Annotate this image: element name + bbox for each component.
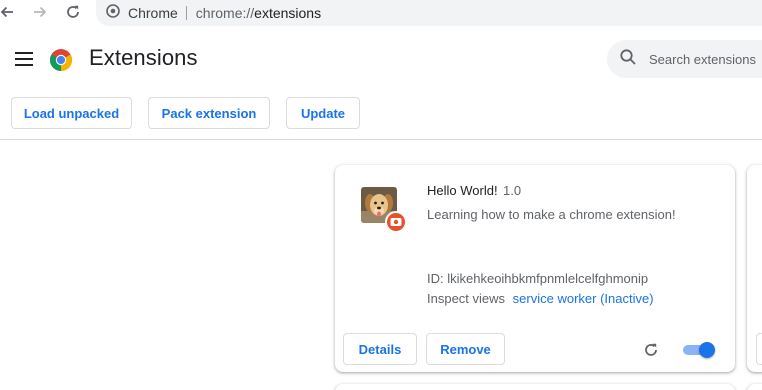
browser-toolbar: Chrome chrome:// extensions: [0, 0, 762, 26]
developer-toolbar: Load unpacked Pack extension Update: [0, 97, 762, 129]
pack-extension-button[interactable]: Pack extension: [148, 97, 270, 129]
extension-version: 1.0: [503, 183, 522, 198]
extension-description: Learning how to make a chrome extension!: [427, 207, 676, 222]
reload-icon[interactable]: [63, 2, 83, 22]
extension-id: ID: lkikehkeoihbkmfpnmlelcelfghmonip: [427, 271, 649, 286]
chrome-site-icon: [106, 3, 120, 23]
extensions-list: Hello World! 1.0 Learning how to make a …: [0, 140, 762, 390]
service-worker-link[interactable]: service worker (Inactive): [513, 291, 654, 306]
load-unpacked-button[interactable]: Load unpacked: [11, 97, 132, 129]
search-box[interactable]: [607, 40, 762, 78]
extension-card: Hello World! 1.0 Learning how to make a …: [335, 165, 735, 372]
remove-button[interactable]: Remove: [426, 333, 505, 365]
inspect-views-label: Inspect views: [427, 291, 506, 306]
partial-card-button[interactable]: [756, 333, 762, 365]
update-button[interactable]: Update: [286, 97, 360, 129]
url-scheme: chrome://: [195, 5, 255, 21]
reload-extension-icon[interactable]: [639, 338, 663, 362]
extension-card-below-right: [747, 384, 762, 390]
back-arrow-icon[interactable]: [0, 2, 17, 22]
address-bar[interactable]: Chrome chrome:// extensions: [96, 0, 762, 26]
details-button[interactable]: Details: [343, 333, 417, 365]
menu-icon[interactable]: [12, 47, 36, 71]
search-icon: [619, 48, 637, 71]
enable-toggle[interactable]: [683, 342, 715, 358]
toggle-knob: [699, 342, 715, 358]
url-host: extensions: [254, 5, 322, 21]
error-badge-icon: [385, 211, 407, 233]
extension-card-below: [335, 384, 735, 390]
extensions-header: Extensions: [0, 31, 762, 87]
site-label: Chrome: [128, 5, 178, 21]
page-title: Extensions: [89, 45, 198, 70]
inspect-views: Inspect views service worker (Inactive): [427, 291, 654, 306]
search-input[interactable]: [649, 51, 762, 67]
chrome-logo: [49, 48, 73, 72]
extension-name: Hello World!: [427, 183, 498, 198]
extension-card-partial: [747, 165, 762, 372]
forward-arrow-icon[interactable]: [30, 2, 50, 22]
omnibox-separator: [185, 6, 187, 20]
